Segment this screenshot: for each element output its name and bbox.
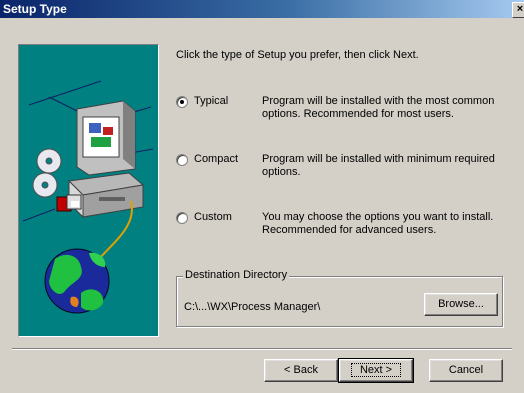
cd-discs-icon [32, 148, 62, 198]
option-typical-description: Program will be installed with the most … [262, 95, 495, 120]
back-button[interactable]: < Back [264, 359, 338, 382]
radio-compact[interactable] [176, 154, 188, 166]
button-separator [12, 348, 512, 350]
cancel-button[interactable]: Cancel [429, 359, 503, 382]
close-button[interactable]: × [512, 2, 524, 18]
next-button-label[interactable]: Next > [350, 363, 402, 377]
destination-path: C:\...\WX\Process Manager\ [184, 301, 321, 313]
radio-typical[interactable] [176, 96, 188, 108]
radio-custom[interactable] [176, 212, 188, 224]
destination-group: Destination Directory C:\...\WX\Process … [176, 269, 503, 327]
option-compact-label[interactable]: Compact [194, 153, 238, 165]
instruction-text: Click the type of Setup you prefer, then… [176, 49, 419, 61]
option-custom-description: You may choose the options you want to i… [262, 211, 494, 236]
option-compact-description: Program will be installed with minimum r… [262, 153, 495, 178]
browse-button[interactable]: Browse... [424, 293, 498, 316]
option-custom-label[interactable]: Custom [194, 211, 232, 223]
floppy-disks-icon [56, 194, 82, 212]
globe-icon [44, 248, 110, 314]
window-title: Setup Type [3, 2, 67, 16]
next-button[interactable]: Next > [338, 358, 414, 383]
setup-illustration-art [22, 80, 154, 314]
destination-title: Destination Directory [183, 269, 290, 281]
option-typical-label[interactable]: Typical [194, 95, 228, 107]
title-bar: Setup Type × [0, 0, 524, 18]
setup-illustration [18, 44, 159, 337]
